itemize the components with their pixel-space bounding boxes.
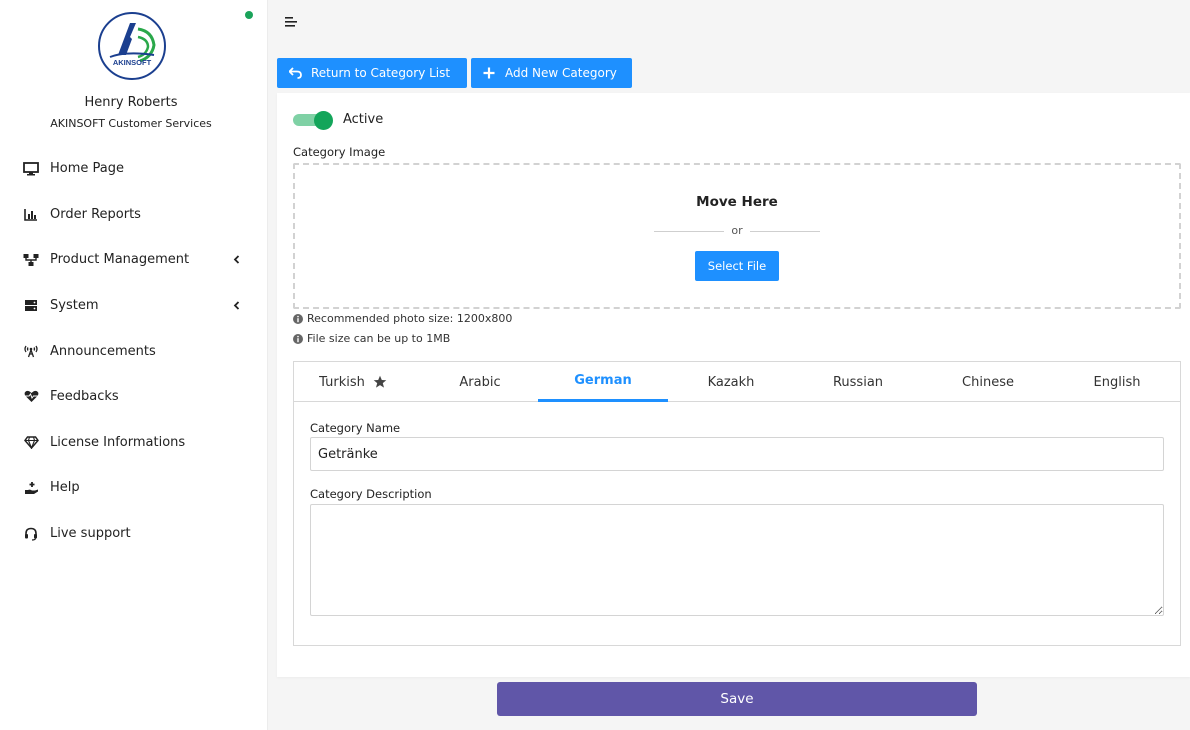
star-icon — [373, 375, 387, 389]
user-organization: AKINSOFT Customer Services — [50, 117, 212, 130]
divider — [750, 231, 820, 232]
sidebar: AKINSOFT Henry Roberts AKINSOFT Customer… — [0, 0, 268, 730]
category-description-label: Category Description — [310, 487, 432, 501]
hint-photo-size: Recommended photo size: 1200x800 — [293, 312, 512, 325]
tab-chinese[interactable]: Chinese — [922, 362, 1054, 402]
sidebar-item-label: Announcements — [50, 343, 156, 359]
add-new-category-button[interactable]: Add New Category — [471, 58, 632, 88]
sidebar-item-label: System — [50, 298, 99, 314]
undo-icon — [288, 66, 302, 80]
sidebar-item-license-informations[interactable]: License Informations — [0, 420, 268, 466]
tab-english[interactable]: English — [1054, 362, 1180, 402]
info-circle-icon — [293, 333, 303, 344]
category-name-input[interactable] — [310, 437, 1164, 471]
chevron-left-icon — [231, 255, 241, 265]
dropzone-title: Move Here — [696, 194, 778, 210]
broadcast-icon — [22, 342, 40, 360]
toggle-knob — [314, 111, 333, 130]
sidebar-item-announcements[interactable]: Announcements — [0, 328, 268, 374]
tab-turkish[interactable]: Turkish — [294, 362, 412, 402]
language-tabs-panel: Turkish Arabic German Kazakh Russian Chi… — [293, 361, 1181, 646]
hint-file-size-text: File size can be up to 1MB — [307, 332, 451, 345]
tab-label: English — [1093, 374, 1141, 390]
tab-label: Russian — [832, 374, 884, 390]
select-file-button[interactable]: Select File — [695, 251, 779, 281]
info-circle-icon — [293, 313, 303, 324]
akinsoft-logo: AKINSOFT — [98, 12, 166, 80]
sidebar-item-live-support[interactable]: Live support — [0, 511, 268, 557]
menu-toggle-icon[interactable] — [285, 16, 299, 28]
sidebar-item-label: Feedbacks — [50, 389, 119, 405]
sidebar-item-order-reports[interactable]: Order Reports — [0, 192, 268, 238]
sidebar-item-label: Order Reports — [50, 206, 141, 222]
headset-icon — [22, 525, 40, 543]
sidebar-item-label: Home Page — [50, 161, 124, 177]
chevron-left-icon — [231, 301, 241, 311]
sidebar-item-system[interactable]: System — [0, 283, 268, 329]
dropzone-or: or — [731, 224, 743, 237]
sidebar-item-label: Help — [50, 480, 80, 496]
network-icon — [22, 251, 40, 269]
tab-german[interactable]: German — [538, 362, 668, 402]
return-to-category-list-button[interactable]: Return to Category List — [277, 58, 467, 88]
tab-russian[interactable]: Russian — [794, 362, 922, 402]
sidebar-item-label: Product Management — [50, 252, 190, 268]
active-toggle[interactable] — [293, 111, 333, 130]
return-to-category-list-label: Return to Category List — [311, 66, 451, 80]
sidebar-item-home-page[interactable]: Home Page — [0, 146, 268, 192]
svg-text:AKINSOFT: AKINSOFT — [113, 58, 152, 67]
hint-photo-size-text: Recommended photo size: 1200x800 — [307, 312, 513, 325]
sidebar-menu: Home Page Order Reports Product Manageme… — [0, 146, 268, 556]
category-description-input[interactable] — [310, 504, 1164, 616]
language-tabs: Turkish Arabic German Kazakh Russian Chi… — [294, 362, 1180, 402]
image-dropzone[interactable]: Move Here or Select File — [293, 163, 1181, 309]
online-status-dot — [245, 11, 253, 19]
tab-kazakh[interactable]: Kazakh — [668, 362, 794, 402]
add-new-category-label: Add New Category — [505, 66, 617, 80]
sidebar-item-product-management[interactable]: Product Management — [0, 237, 268, 283]
heartbeat-icon — [22, 388, 40, 406]
category-name-label: Category Name — [310, 421, 401, 435]
hand-holding-icon — [22, 479, 40, 497]
tab-label: Kazakh — [707, 374, 755, 390]
sidebar-item-label: Live support — [50, 526, 131, 542]
tab-label: Arabic — [459, 374, 501, 390]
sidebar-item-help[interactable]: Help — [0, 465, 268, 511]
tab-label: Turkish — [319, 374, 365, 390]
category-image-label: Category Image — [293, 145, 386, 159]
tab-arabic[interactable]: Arabic — [412, 362, 548, 402]
sidebar-item-feedbacks[interactable]: Feedbacks — [0, 374, 268, 420]
monitor-icon — [22, 160, 40, 178]
hint-file-size: File size can be up to 1MB — [293, 332, 450, 345]
active-label: Active — [343, 112, 384, 127]
sidebar-item-label: License Informations — [50, 434, 186, 450]
tab-label: German — [574, 373, 632, 388]
save-button[interactable]: Save — [497, 682, 977, 716]
plus-icon — [482, 66, 496, 80]
server-icon — [22, 297, 40, 315]
user-name: Henry Roberts — [84, 95, 178, 110]
gem-icon — [22, 433, 40, 451]
tab-label: Chinese — [962, 374, 1014, 390]
bar-chart-icon — [22, 205, 40, 223]
